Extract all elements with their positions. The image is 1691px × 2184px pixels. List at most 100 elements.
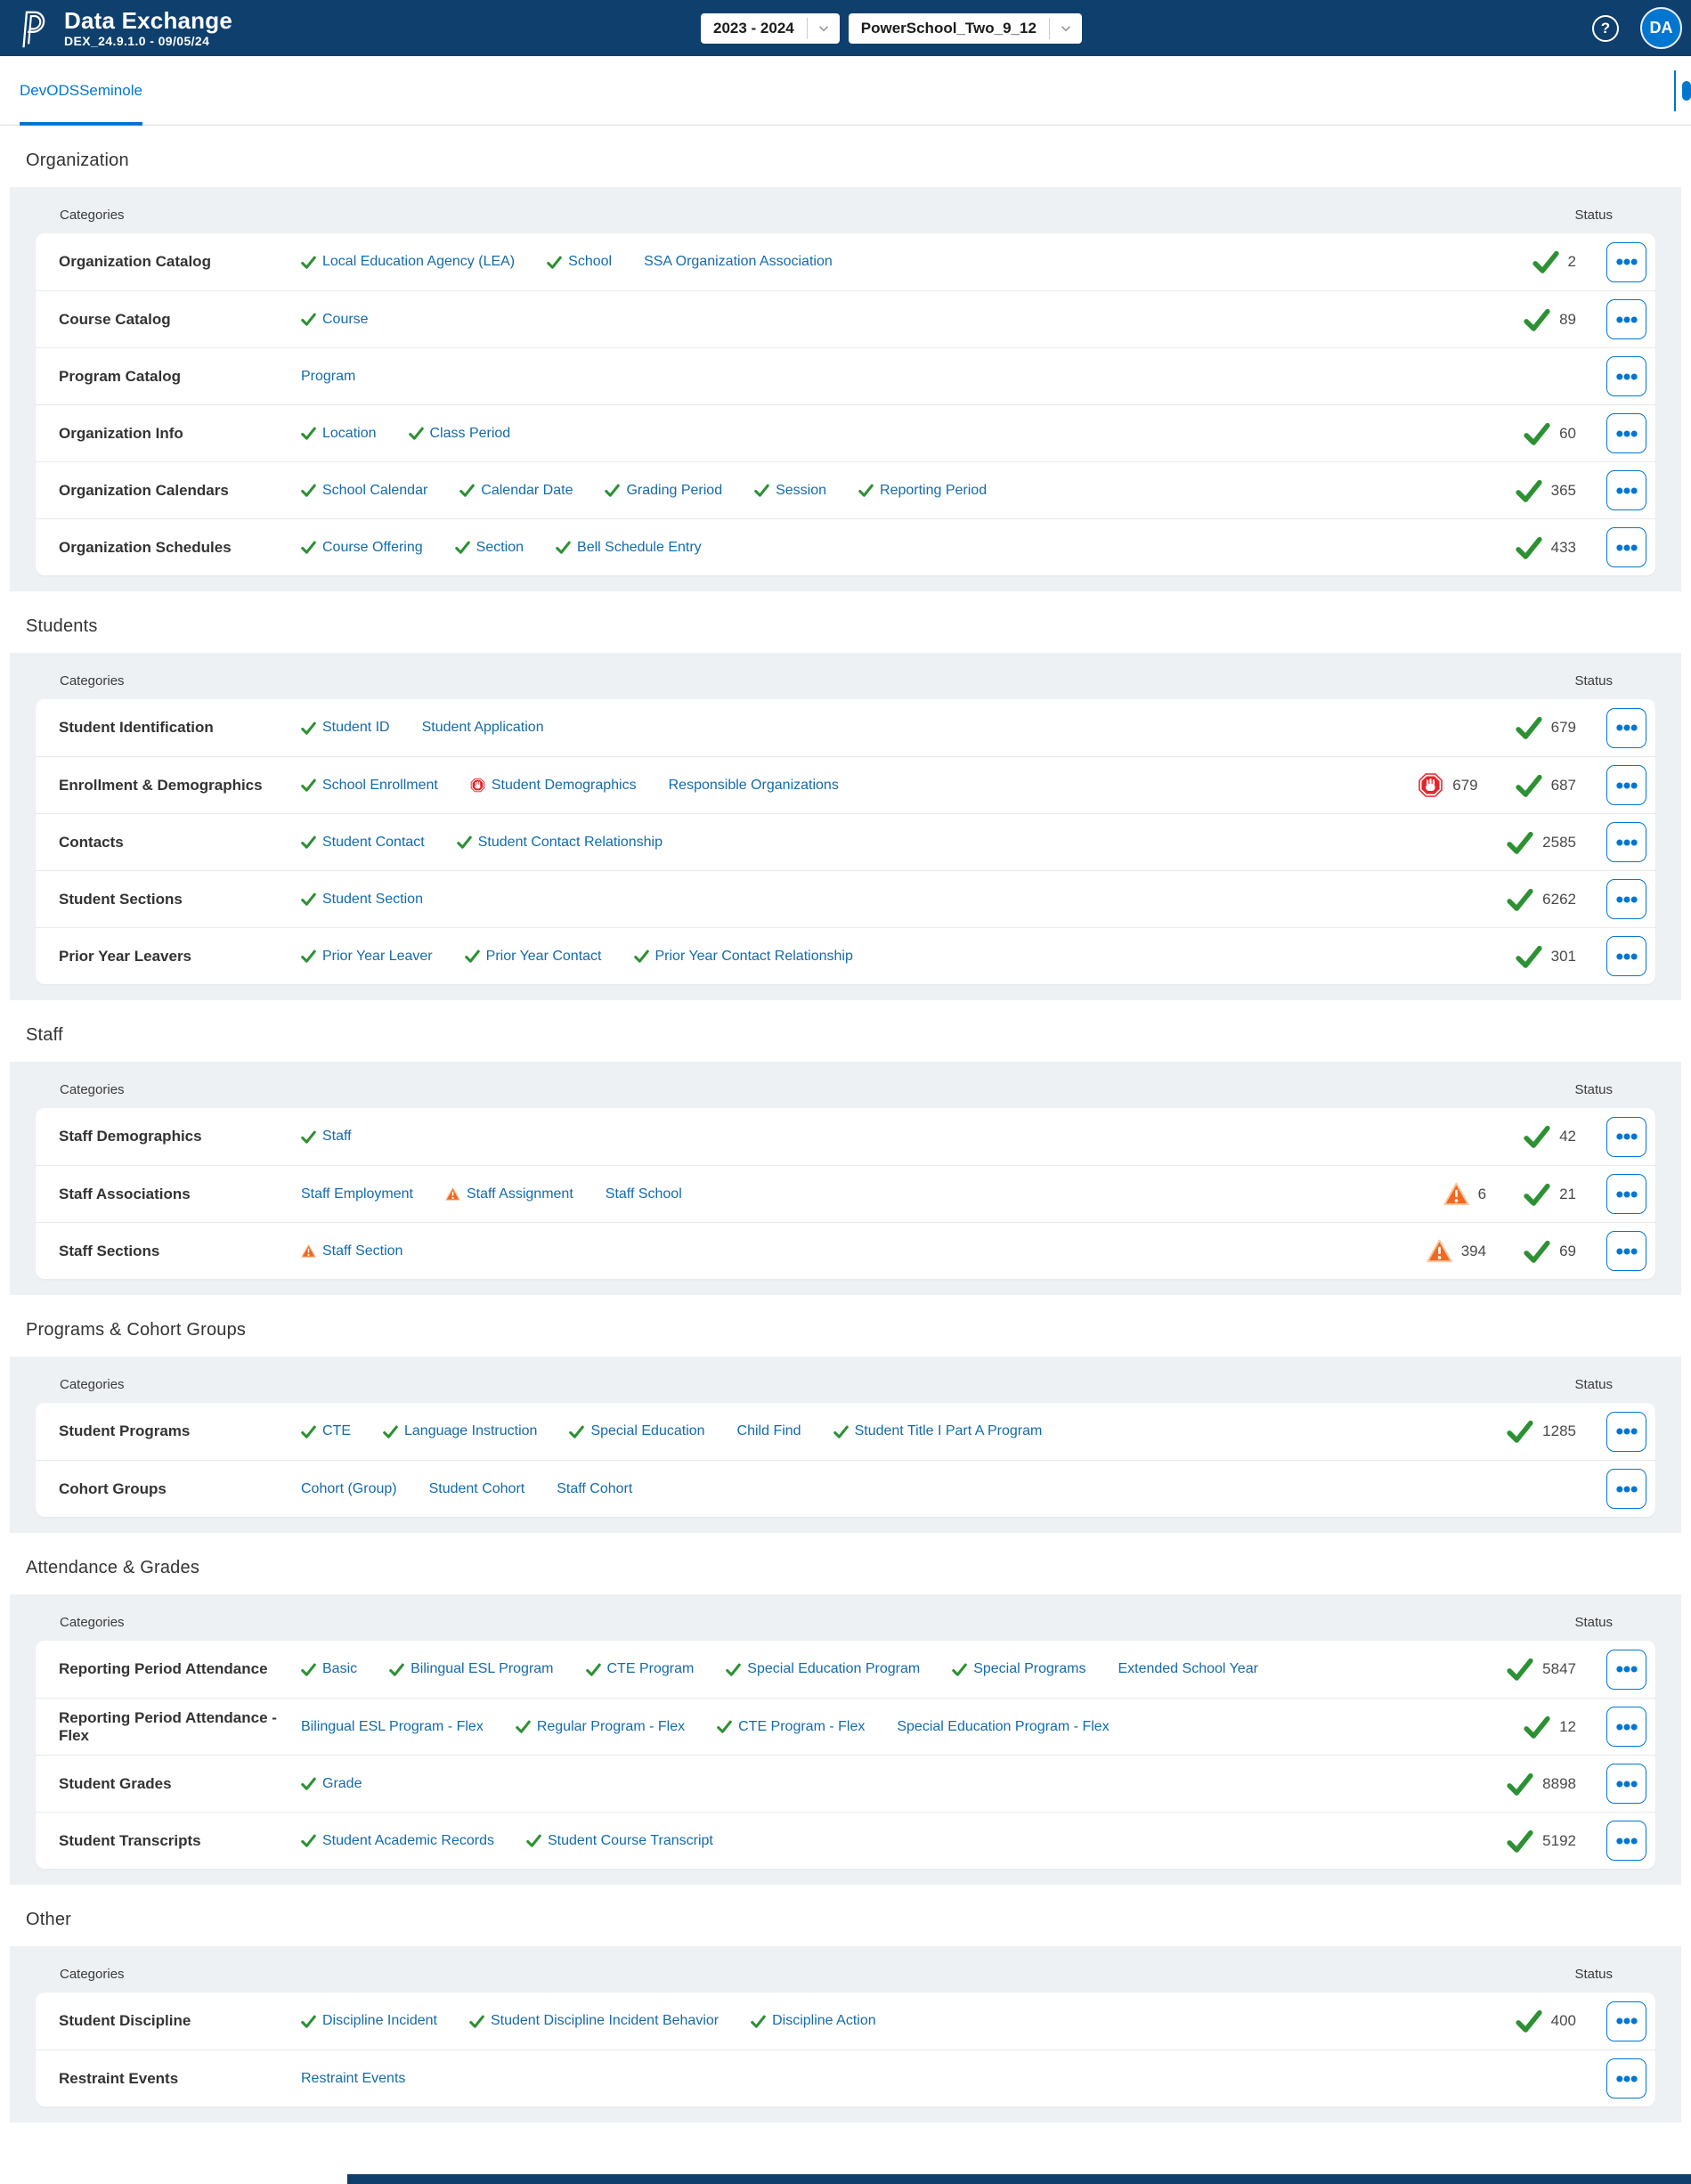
entity-link[interactable]: Reporting Period [858,483,987,499]
entity-link[interactable]: Child Find [737,1423,801,1439]
row-actions-button[interactable] [1606,1412,1646,1452]
entity-link[interactable]: Grade [301,1776,362,1792]
entity-link-label: SSA Organization Association [644,254,833,270]
help-icon[interactable]: ? [1592,15,1619,42]
row-actions-button[interactable] [1606,299,1646,339]
entity-links: School Enrollment Student Demographics Res… [301,778,839,794]
entity-link[interactable]: CTE Program [586,1661,695,1677]
row-actions-button[interactable] [1606,708,1646,748]
side-panel-toggle[interactable] [1674,70,1691,111]
entity-link[interactable]: Regular Program - Flex [516,1719,685,1735]
entity-link[interactable]: Student Demographics [470,778,637,794]
entity-link[interactable]: Student Application [422,720,544,736]
entity-link[interactable]: Section [455,540,524,556]
entity-link[interactable]: Course Offering [301,540,423,556]
success-status: 679 [1516,714,1576,741]
school-year-dropdown[interactable]: 2023 - 2024 [701,13,840,44]
entity-link[interactable]: Language Instruction [383,1423,537,1439]
entity-link[interactable]: Staff School [606,1186,682,1202]
tab-label: DevODSSeminole [20,82,142,100]
horizontal-scrollbar-thumb[interactable] [347,2174,1691,2184]
entity-links: Grade [301,1776,362,1792]
entity-link[interactable]: School Calendar [301,483,427,499]
entity-link[interactable]: Bilingual ESL Program [389,1661,553,1677]
row-actions-button[interactable] [1606,1764,1646,1804]
entity-link[interactable]: Location [301,426,377,442]
entity-link[interactable]: Student Section [301,892,423,908]
entity-link[interactable]: Staff Employment [301,1186,413,1202]
ellipsis-icon [1614,1477,1639,1502]
entity-link[interactable]: CTE Program - Flex [717,1719,865,1735]
entity-link[interactable]: Student ID [301,720,390,736]
entity-link[interactable]: Local Education Agency (LEA) [301,254,515,270]
entity-link[interactable]: Bilingual ESL Program - Flex [301,1719,484,1735]
row-actions-button[interactable] [1606,1707,1646,1747]
entity-links: Location Class Period [301,426,510,442]
status-area: 5192 [1507,1828,1601,1854]
ellipsis-icon [1614,478,1639,503]
success-status: 5192 [1507,1828,1576,1854]
row-actions-button[interactable] [1606,2058,1646,2098]
entity-link[interactable]: Class Period [409,426,511,442]
row-actions-button[interactable] [1606,413,1646,453]
row-actions-button[interactable] [1606,879,1646,919]
row-actions-button[interactable] [1606,1117,1646,1157]
entity-link-label: Student Contact [322,835,425,851]
row-actions-button[interactable] [1606,1231,1646,1271]
entity-link[interactable]: CTE [301,1423,351,1439]
row-actions-button[interactable] [1606,527,1646,567]
entity-link[interactable]: Student Contact Relationship [457,835,663,851]
entity-link[interactable]: Discipline Action [751,2013,876,2029]
entity-link[interactable]: Session [754,483,826,499]
app-version: DEX_24.9.1.0 - 09/05/24 [64,34,232,48]
entity-link[interactable]: Student Course Transcript [526,1833,713,1849]
row-actions-button[interactable] [1606,2001,1646,2041]
entity-link[interactable]: Program [301,369,355,385]
status-area: 400 [1516,2008,1601,2034]
entity-link[interactable]: Cohort (Group) [301,1481,397,1497]
entity-link[interactable]: Special Education [569,1423,704,1439]
data-source-dropdown[interactable]: PowerSchool_Two_9_12 [849,13,1082,44]
entity-link[interactable]: Special Programs [952,1661,1085,1677]
row-actions-button[interactable] [1606,1650,1646,1690]
category-row: Student GradesGrade8898 [36,1755,1655,1812]
entity-link[interactable]: Student Contact [301,835,425,851]
entity-link[interactable]: Staff Cohort [557,1481,632,1497]
entity-link[interactable]: Prior Year Contact Relationship [634,949,853,965]
entity-link[interactable]: Prior Year Leaver [301,949,433,965]
row-actions-button[interactable] [1606,1174,1646,1214]
entity-link[interactable]: Extended School Year [1118,1661,1257,1677]
tab-devodsseminole[interactable]: DevODSSeminole [20,56,142,126]
row-actions-button[interactable] [1606,242,1646,282]
avatar[interactable]: DA [1640,7,1682,49]
entity-link[interactable]: School Enrollment [301,778,438,794]
entity-link[interactable]: School [547,254,612,270]
entity-link[interactable]: Bell Schedule Entry [556,540,702,556]
check-icon [1507,829,1533,856]
entity-link[interactable]: Student Cohort [429,1481,525,1497]
entity-link[interactable]: Staff [301,1129,352,1145]
entity-link[interactable]: Discipline Incident [301,2013,437,2029]
entity-link[interactable]: Staff Section [301,1243,402,1259]
row-actions-button[interactable] [1606,765,1646,805]
row-actions-button[interactable] [1606,1821,1646,1861]
entity-link[interactable]: Grading Period [605,483,722,499]
entity-link[interactable]: Course [301,312,369,328]
entity-link[interactable]: Restraint Events [301,2071,405,2087]
entity-link[interactable]: Special Education Program - Flex [897,1719,1109,1735]
entity-link[interactable]: Calendar Date [459,483,573,499]
row-actions-button[interactable] [1606,936,1646,976]
row-actions-button[interactable] [1606,356,1646,396]
entity-link[interactable]: SSA Organization Association [644,254,833,270]
row-actions-button[interactable] [1606,470,1646,510]
entity-link[interactable]: Special Education Program [726,1661,920,1677]
row-actions-button[interactable] [1606,1469,1646,1509]
entity-link[interactable]: Staff Assignment [445,1186,573,1202]
row-actions-button[interactable] [1606,822,1646,862]
entity-link[interactable]: Student Discipline Incident Behavior [469,2013,719,2029]
entity-link[interactable]: Student Title I Part A Program [833,1423,1043,1439]
entity-link[interactable]: Responsible Organizations [669,778,839,794]
entity-link[interactable]: Basic [301,1661,357,1677]
entity-link[interactable]: Student Academic Records [301,1833,494,1849]
entity-link[interactable]: Prior Year Contact [465,949,602,965]
